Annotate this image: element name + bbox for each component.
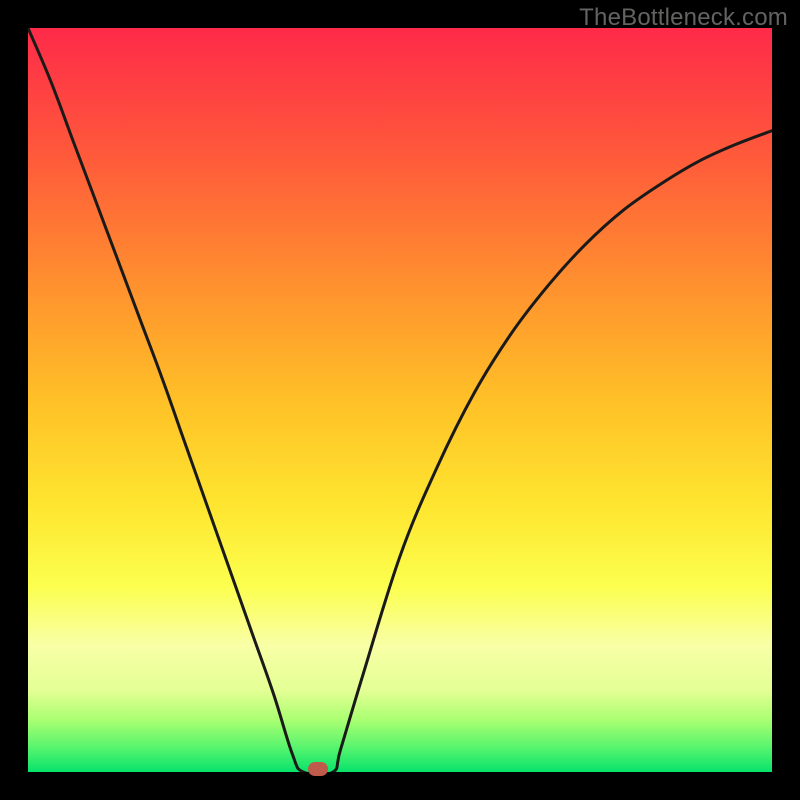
- curve-svg: [28, 28, 772, 772]
- watermark-text: TheBottleneck.com: [579, 4, 788, 32]
- curve-path: [28, 28, 772, 772]
- chart-frame: TheBottleneck.com: [0, 0, 800, 800]
- marker-dot: [308, 762, 328, 776]
- plot-area: [28, 28, 772, 772]
